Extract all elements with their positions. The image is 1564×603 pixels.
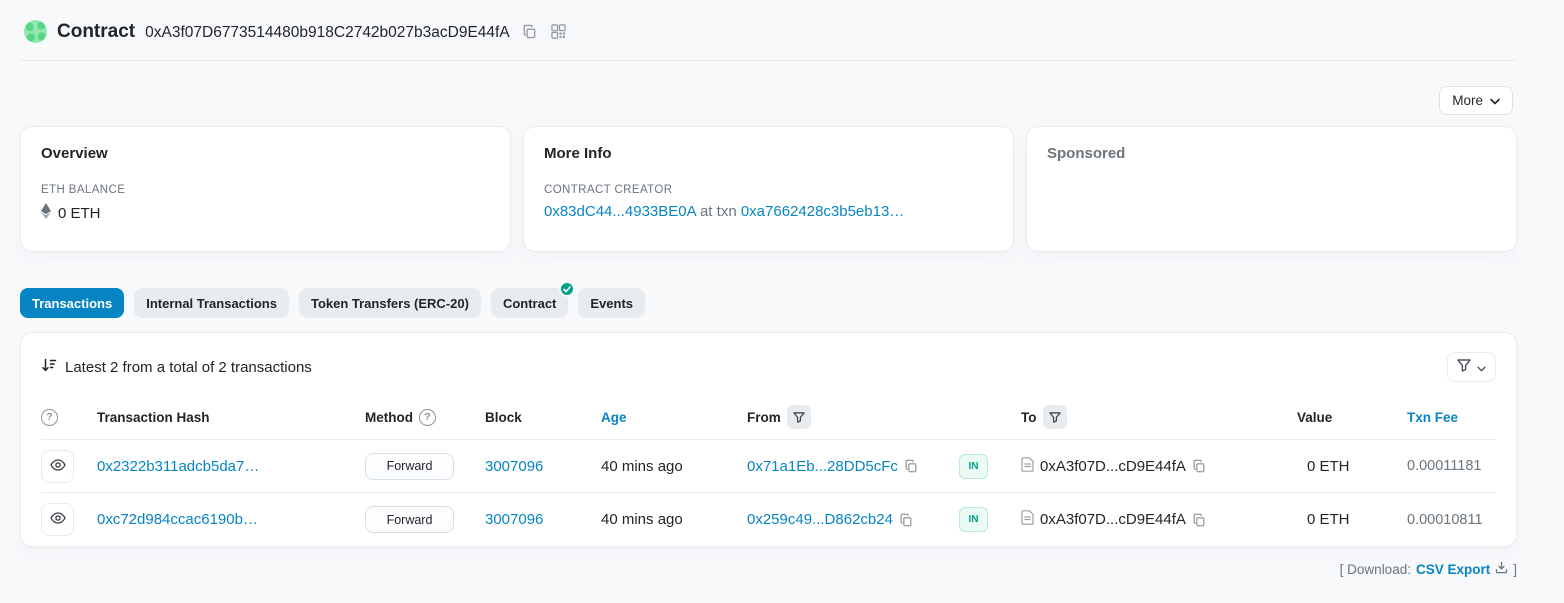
- direction-badge: IN: [959, 507, 988, 532]
- verified-check-icon: [559, 281, 575, 297]
- txn-fee-text: 0.00010811: [1407, 512, 1483, 528]
- more-dropdown-button[interactable]: More: [1439, 86, 1513, 115]
- tab-internal-transactions[interactable]: Internal Transactions: [134, 288, 289, 318]
- copy-to-button[interactable]: [1192, 459, 1206, 473]
- qr-code-button[interactable]: [549, 22, 568, 41]
- to-address-text: 0xA3f07D...cD9E44fA: [1040, 458, 1186, 475]
- col-to: To: [1021, 410, 1037, 425]
- transactions-card: Latest 2 from a total of 2 transactions …: [20, 332, 1517, 547]
- sort-descending-icon: [41, 357, 57, 377]
- value-text: 0 ETH: [1307, 458, 1350, 475]
- chevron-down-icon: [1477, 360, 1486, 375]
- col-value: Value: [1297, 410, 1407, 425]
- csv-export-link[interactable]: CSV Export: [1416, 562, 1490, 577]
- txn-hash-link[interactable]: 0x2322b311adcb5da7…: [97, 458, 259, 475]
- age-text: 40 mins ago: [601, 511, 683, 528]
- download-suffix: ]: [1513, 562, 1517, 577]
- col-age-toggle[interactable]: Age: [601, 410, 627, 425]
- col-from: From: [747, 410, 781, 425]
- eth-balance-label: ETH BALANCE: [41, 184, 490, 196]
- copy-address-button[interactable]: [520, 22, 539, 41]
- to-filter-button[interactable]: [1043, 405, 1067, 429]
- copy-from-button[interactable]: [899, 513, 913, 527]
- contract-address: 0xA3f07D6773514480b918C2742b027b3acD9E44…: [145, 24, 510, 42]
- contract-creator-row: 0x83dC44...4933BE0A at txn 0xa7662428c3b…: [544, 203, 993, 220]
- qr-code-icon: [551, 24, 566, 39]
- contract-page: Contract 0xA3f07D6773514480b918C2742b027…: [20, 0, 1517, 577]
- value-text: 0 ETH: [1307, 511, 1350, 528]
- more-label: More: [1452, 93, 1483, 108]
- from-filter-button[interactable]: [787, 405, 811, 429]
- col-txn-fee-toggle[interactable]: Txn Fee: [1407, 410, 1458, 425]
- col-method: Method: [365, 410, 413, 425]
- age-text: 40 mins ago: [601, 458, 683, 475]
- download-footer: [ Download: CSV Export ]: [20, 547, 1517, 577]
- method-badge[interactable]: Forward: [365, 453, 454, 480]
- copy-from-button[interactable]: [904, 459, 918, 473]
- eye-icon: [50, 512, 66, 527]
- copy-icon: [522, 24, 537, 39]
- overview-card: Overview ETH BALANCE 0 ETH: [20, 126, 511, 252]
- info-cards: Overview ETH BALANCE 0 ETH More Info CON…: [20, 126, 1517, 252]
- chevron-down-icon: [1490, 93, 1500, 108]
- contract-creator-label: CONTRACT CREATOR: [544, 184, 993, 196]
- table-header-row: ? Transaction Hash Method ? Block Age Fr…: [41, 395, 1496, 440]
- eth-diamond-icon: [41, 203, 51, 223]
- contract-avatar: [24, 20, 47, 43]
- table-row: 0x2322b311adcb5da7… Forward 3007096 40 m…: [41, 440, 1496, 493]
- table-row: 0xc72d984ccac6190b… Forward 3007096 40 m…: [41, 493, 1496, 546]
- eth-balance-value: 0 ETH: [58, 205, 101, 222]
- toolbar-row: More: [20, 86, 1513, 115]
- tab-bar: Transactions Internal Transactions Token…: [20, 288, 1517, 318]
- block-link[interactable]: 3007096: [485, 511, 543, 528]
- creator-address-link[interactable]: 0x83dC44...4933BE0A: [544, 203, 696, 220]
- creation-txn-link[interactable]: 0xa7662428c3b5eb13…: [741, 203, 904, 220]
- tab-token-transfers-erc20[interactable]: Token Transfers (ERC-20): [299, 288, 481, 318]
- txn-fee-text: 0.00011181: [1407, 458, 1481, 474]
- help-circle-icon[interactable]: ?: [41, 409, 58, 426]
- download-icon: [1495, 561, 1508, 577]
- overview-title: Overview: [41, 145, 490, 162]
- contract-document-icon: [1021, 457, 1034, 476]
- contract-label: Contract: [57, 21, 135, 43]
- block-link[interactable]: 3007096: [485, 458, 543, 475]
- txn-hash-link[interactable]: 0xc72d984ccac6190b…: [97, 511, 258, 528]
- table-filter-button[interactable]: [1447, 352, 1496, 382]
- sponsored-title: Sponsored: [1047, 145, 1496, 162]
- page-header: Contract 0xA3f07D6773514480b918C2742b027…: [20, 0, 1517, 61]
- more-info-card: More Info CONTRACT CREATOR 0x83dC44...49…: [523, 126, 1014, 252]
- copy-to-button[interactable]: [1192, 513, 1206, 527]
- preview-transaction-button[interactable]: [41, 450, 74, 483]
- tab-transactions[interactable]: Transactions: [20, 288, 124, 318]
- to-address-text: 0xA3f07D...cD9E44fA: [1040, 511, 1186, 528]
- transactions-summary-text: Latest 2 from a total of 2 transactions: [65, 359, 312, 376]
- from-address-link[interactable]: 0x259c49...D862cb24: [747, 511, 893, 528]
- more-info-title: More Info: [544, 145, 993, 162]
- from-address-link[interactable]: 0x71a1Eb...28DD5cFc: [747, 458, 898, 475]
- tab-contract[interactable]: Contract: [491, 288, 568, 318]
- direction-badge: IN: [959, 454, 988, 479]
- sponsored-card: Sponsored: [1026, 126, 1517, 252]
- page-title: Contract 0xA3f07D6773514480b918C2742b027…: [57, 21, 510, 43]
- col-block: Block: [485, 410, 601, 425]
- creator-connector: at txn: [700, 203, 737, 220]
- eth-balance-row: 0 ETH: [41, 203, 490, 223]
- tab-contract-label: Contract: [503, 296, 556, 311]
- tab-events[interactable]: Events: [578, 288, 645, 318]
- filter-funnel-icon: [1457, 359, 1471, 375]
- col-transaction-hash: Transaction Hash: [97, 410, 365, 425]
- contract-document-icon: [1021, 510, 1034, 529]
- table-summary-row: Latest 2 from a total of 2 transactions: [41, 333, 1496, 395]
- method-help-icon[interactable]: ?: [419, 409, 436, 426]
- method-badge[interactable]: Forward: [365, 506, 454, 533]
- eye-icon: [50, 459, 66, 474]
- preview-transaction-button[interactable]: [41, 503, 74, 536]
- download-prefix: [ Download:: [1340, 562, 1411, 577]
